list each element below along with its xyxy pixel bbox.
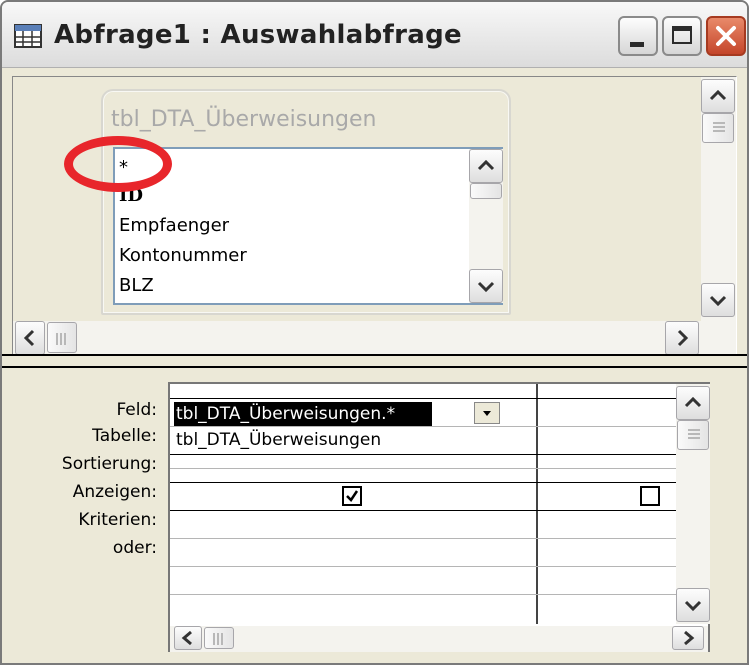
row-label-sortierung: Sortierung: bbox=[61, 454, 157, 474]
table-pane-vertical-scrollbar[interactable] bbox=[701, 77, 736, 321]
close-button[interactable] bbox=[706, 16, 746, 56]
field-list[interactable]: * ID Empfaenger Kontonummer BLZ bbox=[113, 147, 503, 305]
design-grid-pane: Feld: Tabelle: Sortierung: Anzeigen: Kri… bbox=[2, 370, 747, 663]
table-pane-vscroll-thumb[interactable] bbox=[702, 113, 734, 143]
grid-field-cell[interactable]: tbl_DTA_Überweisungen.* bbox=[174, 402, 432, 426]
chevron-down-icon bbox=[709, 295, 727, 307]
maximize-icon bbox=[672, 26, 692, 44]
row-label-feld: Feld: bbox=[116, 400, 157, 420]
chevron-up-icon bbox=[684, 396, 702, 408]
table-title: tbl_DTA_Überweisungen bbox=[111, 107, 377, 132]
minimize-icon bbox=[630, 42, 644, 47]
field-list-scroll-thumb[interactable] bbox=[470, 183, 502, 199]
chevron-up-icon bbox=[477, 159, 495, 171]
chevron-right-icon bbox=[684, 630, 695, 646]
grid-hscroll-thumb[interactable] bbox=[204, 627, 234, 649]
row-label-oder: oder: bbox=[112, 538, 157, 558]
table-pane-scroll-up-button[interactable] bbox=[701, 79, 735, 113]
minimize-button[interactable] bbox=[618, 16, 658, 56]
design-grid[interactable]: tbl_DTA_Überweisungen.* tbl_DTA_Überweis… bbox=[168, 382, 710, 652]
pane-splitter[interactable] bbox=[2, 354, 747, 368]
chevron-up-icon bbox=[709, 89, 727, 101]
table-pane-scroll-down-button[interactable] bbox=[701, 283, 735, 317]
show-checkbox-column-2[interactable] bbox=[640, 486, 660, 506]
chevron-right-icon bbox=[677, 329, 689, 347]
grid-scroll-left-button[interactable] bbox=[174, 626, 202, 650]
dropdown-arrow-icon bbox=[483, 411, 491, 416]
title-bar[interactable]: Abfrage1 : Auswahlabfrage bbox=[2, 2, 747, 68]
grid-horizontal-scrollbar[interactable] bbox=[170, 626, 708, 652]
chevron-down-icon bbox=[684, 600, 702, 612]
query-window: Abfrage1 : Auswahlabfrage tbl_DTA_Überwe… bbox=[0, 0, 749, 665]
field-item-kontonummer[interactable]: Kontonummer bbox=[119, 245, 247, 266]
field-list-scroll-down-button[interactable] bbox=[469, 269, 503, 303]
table-pane: tbl_DTA_Überweisungen * ID Empfaenger Ko… bbox=[12, 76, 737, 356]
field-list-scrollbar[interactable] bbox=[469, 149, 503, 303]
field-item-blz[interactable]: BLZ bbox=[119, 275, 154, 296]
table-pane-hscroll-thumb[interactable] bbox=[47, 322, 77, 353]
grid-vertical-scrollbar[interactable] bbox=[676, 384, 710, 624]
window-title: Abfrage1 : Auswahlabfrage bbox=[54, 20, 462, 50]
grid-scroll-down-button[interactable] bbox=[676, 588, 710, 622]
field-dropdown-button[interactable] bbox=[474, 402, 500, 424]
show-checkbox-column-1[interactable] bbox=[342, 486, 362, 506]
row-label-anzeigen: Anzeigen: bbox=[72, 482, 157, 502]
table-pane-horizontal-scrollbar[interactable] bbox=[13, 321, 736, 355]
checkmark-icon bbox=[346, 490, 359, 502]
chevron-left-icon bbox=[23, 329, 35, 347]
table-field-list-window[interactable]: tbl_DTA_Überweisungen * ID Empfaenger Ko… bbox=[101, 89, 511, 315]
field-list-scroll-up-button[interactable] bbox=[469, 149, 503, 183]
chevron-left-icon bbox=[181, 630, 192, 646]
grid-vscroll-thumb[interactable] bbox=[677, 420, 709, 450]
grid-scroll-up-button[interactable] bbox=[676, 386, 710, 420]
table-pane-scroll-right-button[interactable] bbox=[665, 321, 699, 355]
row-label-kriterien: Kriterien: bbox=[78, 510, 157, 530]
chevron-down-icon bbox=[477, 281, 495, 293]
query-icon bbox=[14, 24, 42, 48]
maximize-button[interactable] bbox=[662, 16, 702, 56]
grid-table-cell[interactable]: tbl_DTA_Überweisungen bbox=[176, 430, 381, 450]
close-icon bbox=[716, 26, 736, 46]
highlight-circle bbox=[64, 136, 172, 192]
grid-scroll-right-button[interactable] bbox=[672, 626, 704, 650]
row-label-tabelle: Tabelle: bbox=[92, 426, 157, 446]
field-item-empfaenger[interactable]: Empfaenger bbox=[119, 215, 229, 236]
table-pane-scroll-left-button[interactable] bbox=[15, 321, 45, 355]
